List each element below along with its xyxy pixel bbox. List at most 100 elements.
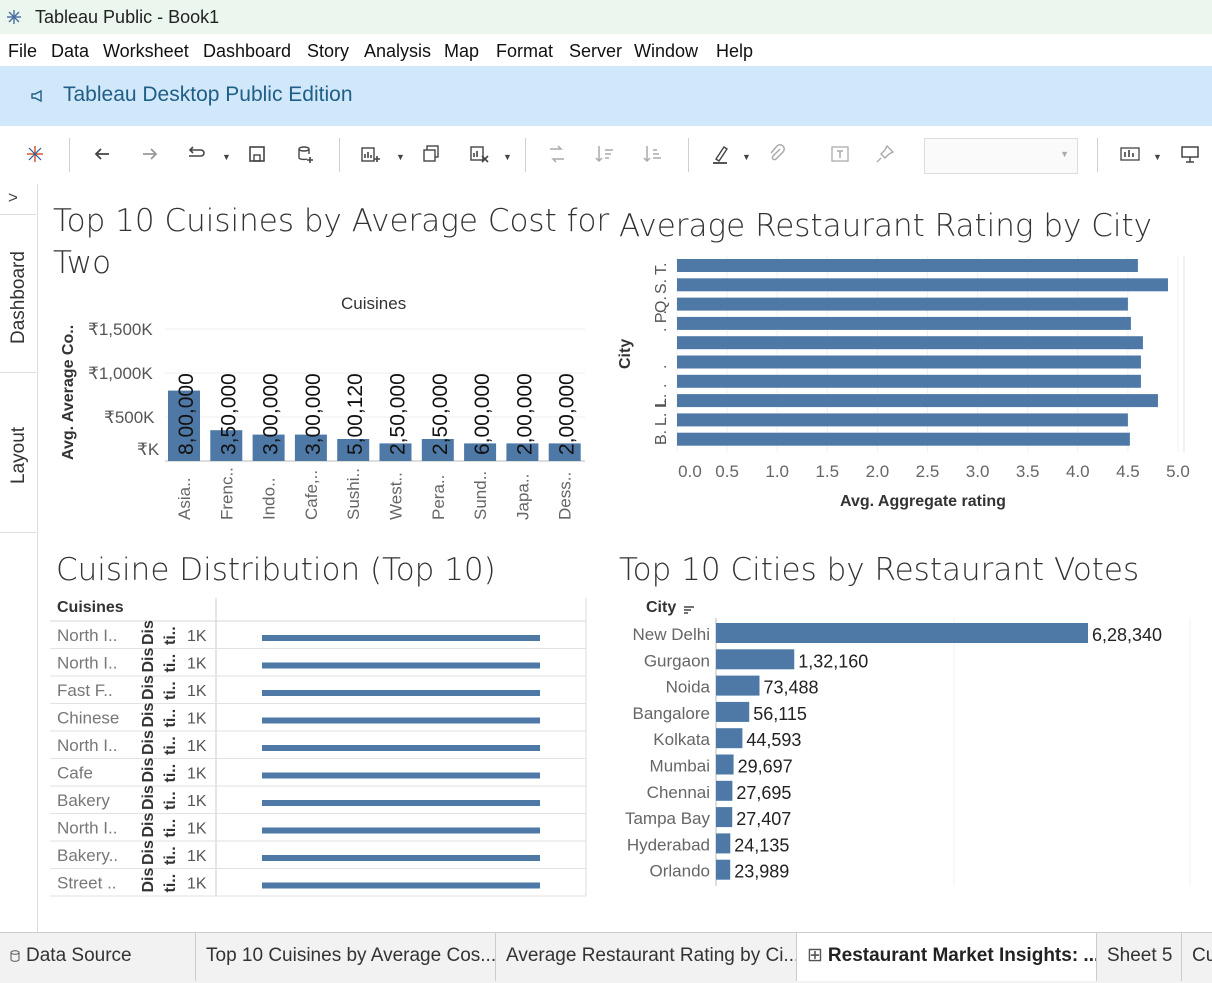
x-tick-label: 5.0	[1166, 462, 1190, 481]
bar	[677, 259, 1138, 272]
bar	[262, 827, 540, 834]
distribution-label: ti..	[162, 654, 179, 673]
menu-file[interactable]: File	[8, 41, 37, 62]
tab-data-source[interactable]: Data Source	[0, 933, 196, 981]
menu-dashboard[interactable]: Dashboard	[203, 41, 291, 62]
x-tick-label: 3.5	[1016, 462, 1040, 481]
category-label: Japa..	[513, 474, 532, 520]
redo-loop-icon[interactable]	[184, 142, 208, 166]
menu-server[interactable]: Server	[569, 41, 622, 62]
bar	[677, 394, 1158, 408]
chevron-down-icon[interactable]: ▼	[742, 152, 751, 162]
presentation-mode-icon[interactable]	[1178, 142, 1202, 166]
bar-value-label: 6,28,340	[1092, 625, 1162, 645]
bar	[262, 882, 540, 889]
count-label: 1K	[187, 656, 207, 673]
tab-label: Restaurant Market Insights: ...	[827, 945, 1097, 966]
tab-label: Cu	[1192, 945, 1212, 966]
bar-value-label: 3,00,000	[260, 373, 283, 455]
bar	[716, 623, 1088, 643]
bar	[716, 728, 743, 749]
save-icon[interactable]	[245, 142, 269, 166]
sheet1-title: Top 10 Cuisines by Average Cost for Two	[53, 203, 610, 281]
tab-dashboard[interactable]: Dashboard	[0, 214, 36, 373]
bar	[262, 635, 540, 641]
sheet4-bar-chart[interactable]: New Delhi 6,28,340 Gurgaon 1,32,160 Noida 73,…	[600, 618, 1200, 888]
menu-help[interactable]: Help	[716, 41, 753, 62]
menu-map[interactable]: Map	[444, 41, 479, 62]
cuisine-row-label: Fast F..	[57, 681, 113, 700]
distribution-label: Dis	[140, 703, 157, 728]
sheet-tabs-bar: Data Source Top 10 Cuisines by Average C…	[0, 932, 1212, 983]
distribution-label: Dis	[140, 620, 157, 645]
tab-dashboard-market-insights[interactable]: ⊞ Restaurant Market Insights: ...	[797, 933, 1097, 981]
tab-sheet-cuisines-cost[interactable]: Top 10 Cuisines by Average Cos...	[196, 933, 496, 981]
city-label: B.	[653, 430, 670, 445]
tab-layout[interactable]: Layout	[0, 372, 36, 533]
cuisine-row-label: North I..	[57, 626, 117, 645]
swap-rows-columns-icon	[545, 142, 569, 166]
sheet2-title: Average Restaurant Rating by City	[619, 208, 1153, 244]
bar	[262, 772, 540, 779]
x-tick-label: 1.0	[765, 462, 789, 481]
bar	[262, 800, 540, 806]
sort-icon[interactable]	[683, 604, 695, 616]
bar-value-label: 27,695	[736, 783, 791, 803]
menu-format[interactable]: Format	[496, 41, 553, 62]
tab-sheet-rating-by-city[interactable]: Average Restaurant Rating by Ci...	[496, 933, 797, 981]
bar-value-label: 44,593	[746, 730, 801, 750]
city-row-label: Hyderabad	[627, 835, 710, 854]
text-label-icon	[828, 142, 852, 166]
distribution-label: Dis	[140, 675, 157, 700]
sheet3-table-chart[interactable]: North I.. Dis ti.. 1K North I.. Dis ti.. 1K Fast…	[50, 598, 590, 898]
x-tick-label: 0.0	[678, 462, 702, 481]
sheet2-bar-chart[interactable]: 0.0 0.5 1.0 1.5 2.0 2.5 3.0 3.5 4.0 4.5 5.0B.L. I.…	[650, 252, 1195, 517]
window-title: Tableau Public - Book1	[35, 7, 220, 27]
menu-bar: File Data Worksheet Dashboard Story Anal…	[0, 34, 1212, 66]
category-label: Dess..	[556, 472, 575, 520]
bar-value-label: 23,989	[734, 862, 789, 882]
bar	[716, 675, 760, 696]
menu-worksheet[interactable]: Worksheet	[103, 41, 189, 62]
tab-sheet-5[interactable]: Sheet 5	[1097, 933, 1182, 981]
tableau-home-icon[interactable]	[23, 142, 47, 166]
chevron-down-icon[interactable]: ▼	[396, 152, 405, 162]
dashboard-sidebar: > Dashboard Layout	[0, 184, 38, 932]
city-row-label: New Delhi	[633, 625, 710, 644]
menu-analysis[interactable]: Analysis	[364, 41, 431, 62]
bar	[677, 374, 1141, 388]
duplicate-sheet-icon[interactable]	[419, 142, 443, 166]
sheet1-ytick: ₹K	[137, 440, 160, 459]
clear-sheet-icon[interactable]	[467, 142, 491, 166]
forward-arrow-icon[interactable]	[138, 142, 162, 166]
sheet1-column-header: Cuisines	[341, 294, 407, 313]
bar	[716, 649, 795, 670]
menu-window[interactable]: Window	[634, 41, 698, 62]
bar	[716, 780, 733, 801]
collapse-sidebar-button[interactable]: >	[0, 184, 36, 215]
bar	[262, 745, 540, 751]
city-label: S.	[653, 279, 670, 294]
distribution-label: ti..	[162, 819, 179, 838]
show-me-icon[interactable]	[1118, 142, 1142, 166]
title-bar: Tableau Public - Book1	[0, 0, 1212, 34]
chevron-down-icon[interactable]: ▼	[503, 152, 512, 162]
distribution-label: ti..	[162, 709, 179, 728]
fit-dropdown[interactable]: ▼	[924, 138, 1078, 174]
new-worksheet-icon[interactable]	[358, 142, 382, 166]
menu-story[interactable]: Story	[307, 41, 349, 62]
sheet2-y-axis-title: City	[617, 338, 634, 369]
bar-value-label: 1,32,160	[798, 651, 868, 671]
menu-data[interactable]: Data	[51, 41, 89, 62]
tab-sheet-cu[interactable]: Cu	[1182, 933, 1212, 981]
highlight-pen-icon[interactable]	[708, 142, 732, 166]
bar	[262, 662, 540, 669]
new-datasource-icon[interactable]	[293, 142, 317, 166]
back-arrow-icon[interactable]	[90, 142, 114, 166]
chevron-down-icon[interactable]: ▼	[222, 152, 231, 162]
tab-dashboard-label: Dashboard	[8, 251, 29, 344]
sheet1-bar-chart[interactable]: 8,00,000 Asia.. 3,50,000 Frenc.. 3,00,000 Ind…	[165, 316, 590, 532]
sheet1-y-axis-title: Avg. Average Co..	[60, 324, 77, 460]
bar-value-label: 24,135	[734, 835, 789, 855]
chevron-down-icon[interactable]: ▼	[1153, 152, 1162, 162]
